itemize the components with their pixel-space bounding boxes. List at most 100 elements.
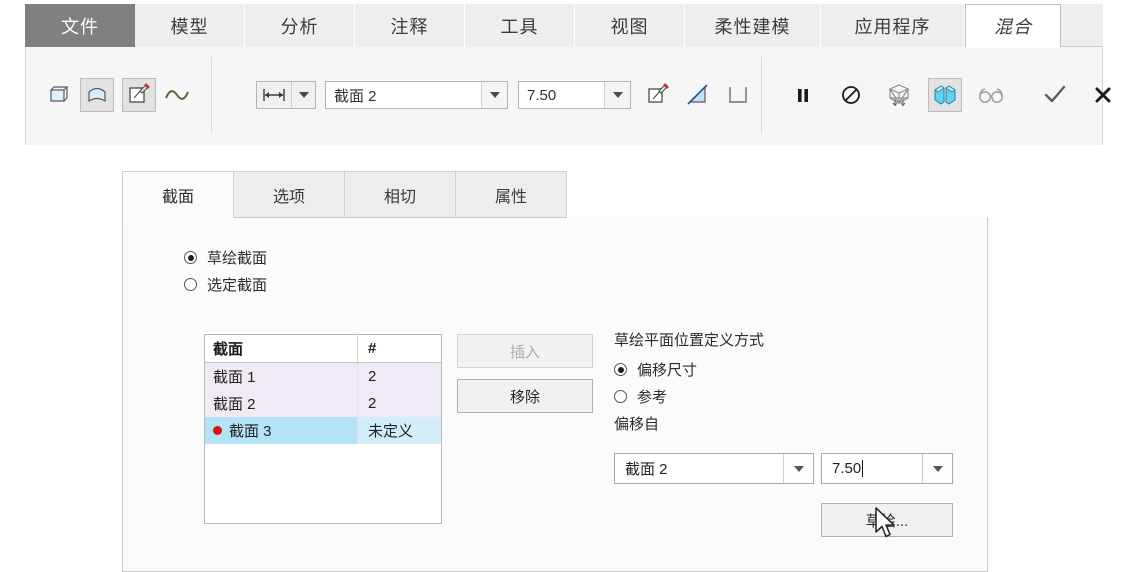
table-row[interactable]: 截面 1 2 [205, 363, 441, 390]
shaded-preview-icon[interactable] [928, 78, 962, 112]
ribbon-tab-applications[interactable]: 应用程序 [821, 4, 965, 47]
ribbon-tab-model-label: 模型 [170, 16, 209, 37]
radio-sketch-section[interactable]: 草绘截面 [184, 247, 267, 268]
radio-selected-section-indicator [184, 278, 197, 291]
ribbon-tab-annotate-label: 注释 [390, 16, 429, 37]
radio-sketch-section-label: 草绘截面 [207, 250, 268, 267]
taper-angle-icon[interactable] [681, 78, 715, 112]
plane-definition-group: 草绘平面位置定义方式 偏移尺寸 参考 偏移自 [614, 329, 764, 434]
sections-table[interactable]: 截面 # 截面 1 2 截面 2 2 截面 3 未定义 [204, 334, 442, 524]
surface-curved-icon[interactable] [80, 78, 114, 112]
ribbon-tab-blend-label: 混合 [994, 17, 1032, 37]
application-window: 文件 模型 分析 注释 工具 视图 柔性建模 应用程序 混合 截面 2 7.50… [0, 0, 1147, 572]
radio-offset-dimension-label: 偏移尺寸 [637, 362, 698, 379]
offset-distance-field[interactable]: 7.50 [821, 453, 953, 484]
panel-tabs: 截面 选项 相切 属性 [122, 171, 567, 218]
text-caret [862, 460, 864, 477]
offset-from-chevron-down-icon[interactable] [783, 454, 813, 483]
ribbon-tab-flexible-modeling-label: 柔性建模 [714, 16, 791, 37]
table-row-count: 2 [357, 363, 441, 390]
table-row-count: 2 [357, 390, 441, 417]
offset-value-chevron-down-icon[interactable] [604, 82, 630, 108]
ribbon-tab-annotate[interactable]: 注释 [355, 4, 465, 47]
section-mode-radio-group: 草绘截面 选定截面 [184, 247, 267, 301]
offset-value-text: 7.50 [519, 82, 604, 108]
panel-tab-sections-label: 截面 [161, 188, 194, 206]
table-row-name: 截面 2 [205, 390, 357, 417]
panel-tab-tangency-label: 相切 [383, 188, 416, 206]
accept-check-icon[interactable] [1038, 78, 1072, 112]
offset-from-value: 截面 2 [625, 461, 668, 478]
sketch-button[interactable]: 草绘... [821, 503, 953, 537]
offset-from-combo[interactable]: 截面 2 [614, 453, 814, 484]
sketch-pencil-icon[interactable] [641, 78, 675, 112]
panel-tab-tangency[interactable]: 相切 [344, 171, 456, 218]
cancel-x-icon[interactable] [1086, 78, 1120, 112]
section-select-chevron-down-icon[interactable] [481, 82, 507, 108]
pause-icon[interactable] [786, 78, 820, 112]
table-row-name: 截面 1 [205, 363, 357, 390]
thicken-icon[interactable] [721, 78, 755, 112]
ribbon-tab-view[interactable]: 视图 [575, 4, 685, 47]
table-row[interactable]: 截面 3 未定义 [205, 417, 441, 444]
ribbon-tab-blend[interactable]: 混合 [965, 4, 1061, 48]
radio-offset-dimension[interactable]: 偏移尺寸 [614, 359, 764, 380]
offset-distance-chevron-down-icon[interactable] [922, 454, 952, 483]
ribbon-tab-flexible-modeling[interactable]: 柔性建模 [685, 4, 821, 47]
blend-toolbar: 截面 2 7.50 [25, 47, 1111, 145]
sections-table-header: 截面 # [205, 335, 441, 363]
glasses-preview-icon[interactable] [974, 78, 1008, 112]
radio-sketch-section-indicator [184, 251, 197, 264]
ribbon-tab-tools-label: 工具 [500, 16, 539, 37]
plane-definition-title: 草绘平面位置定义方式 [614, 332, 765, 349]
wireframe-preview-icon[interactable] [882, 78, 916, 112]
insert-button[interactable]: 插入 [457, 334, 593, 368]
insert-button-label: 插入 [509, 343, 540, 361]
panel-tab-properties[interactable]: 属性 [455, 171, 567, 218]
remove-button[interactable]: 移除 [457, 379, 593, 413]
toolbar-preview-group [786, 69, 1120, 121]
radio-selected-section-label: 选定截面 [207, 277, 268, 294]
sketch-button-label: 草绘... [865, 512, 909, 530]
panel-tab-properties-label: 属性 [494, 188, 527, 206]
surface-flat-icon[interactable] [42, 78, 76, 112]
section-panel-body: 草绘截面 选定截面 截面 # 截面 1 2 截面 2 2 截面 3 未定义 插入… [122, 217, 988, 572]
sketch-edit-icon[interactable] [122, 78, 156, 112]
ribbon-tabs: 文件 模型 分析 注释 工具 视图 柔性建模 应用程序 混合 [25, 4, 1061, 48]
measure-width-icon [257, 82, 291, 108]
ribbon-tab-tools[interactable]: 工具 [465, 4, 575, 47]
remove-button-label: 移除 [509, 388, 540, 406]
radio-reference[interactable]: 参考 [614, 386, 764, 407]
toolbar-section-group: 截面 2 7.50 [256, 69, 755, 121]
table-row-count: 未定义 [357, 417, 441, 444]
panel-tab-options[interactable]: 选项 [233, 171, 345, 218]
offset-distance-value: 7.50 [832, 460, 862, 477]
radio-offset-dimension-indicator [614, 363, 627, 376]
panel-tab-options-label: 选项 [272, 188, 305, 206]
offset-distance-value-wrap: 7.50 [822, 454, 922, 483]
curve-icon[interactable] [160, 78, 194, 112]
radio-selected-section[interactable]: 选定截面 [184, 274, 267, 295]
ribbon-tab-view-label: 视图 [610, 16, 649, 37]
section-select-combo[interactable]: 截面 2 [325, 81, 508, 109]
ribbon-tab-analysis-label: 分析 [280, 16, 319, 37]
radio-reference-indicator [614, 390, 627, 403]
offset-from-label: 偏移自 [614, 416, 660, 433]
depth-type-button[interactable] [256, 81, 316, 109]
undefined-marker-icon [213, 426, 222, 435]
ribbon-tab-analysis[interactable]: 分析 [245, 4, 355, 47]
table-row[interactable]: 截面 2 2 [205, 390, 441, 417]
panel-tab-sections[interactable]: 截面 [122, 171, 234, 218]
section-select-value: 截面 2 [326, 82, 481, 108]
toolbar-shape-group [42, 69, 194, 121]
sections-table-header-count: # [357, 335, 441, 362]
table-row-name-cell: 截面 3 [205, 417, 357, 444]
ribbon-tab-model[interactable]: 模型 [135, 4, 245, 47]
table-row-name: 截面 3 [229, 423, 272, 440]
ribbon-tab-file[interactable]: 文件 [25, 4, 135, 47]
offset-value-combo[interactable]: 7.50 [518, 81, 631, 109]
ribbon-tab-file-label: 文件 [61, 16, 99, 37]
no-preview-icon[interactable] [834, 78, 868, 112]
ribbon-tab-strip: 文件 模型 分析 注释 工具 视图 柔性建模 应用程序 混合 [0, 0, 1147, 48]
depth-type-chevron-down-icon[interactable] [291, 82, 315, 108]
